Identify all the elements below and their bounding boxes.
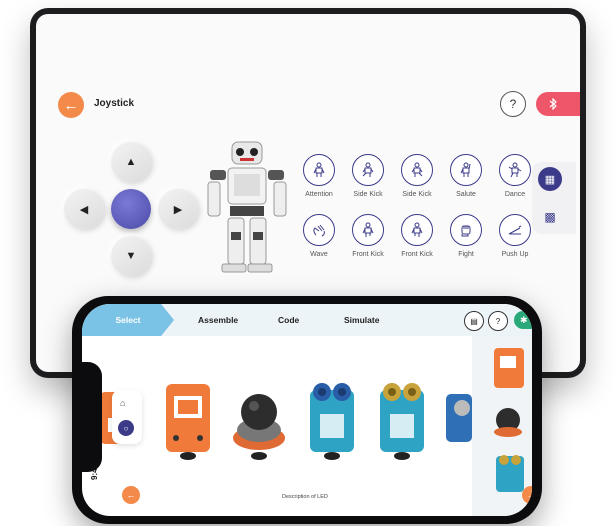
robot-pose-icon <box>303 154 335 186</box>
bluetooth-icon <box>549 98 557 110</box>
home-icon[interactable]: ⌂ <box>120 398 125 408</box>
component-joystick[interactable] <box>226 378 292 462</box>
step-simulate[interactable]: Simulate <box>344 304 379 336</box>
view-toggle-panel: ▦ ▩ <box>532 162 576 234</box>
save-icon: ▤ <box>470 316 478 326</box>
action-label: Push Up <box>501 251 529 258</box>
page-title: Joystick <box>94 98 135 109</box>
bluetooth-button[interactable]: ✱ <box>514 311 532 329</box>
action-fight[interactable]: Fight <box>441 214 491 258</box>
stepper-nav: Select Assemble Code Simulate ▤ ? ✱ <box>82 304 532 336</box>
arrow-up-icon: ▲ <box>125 156 137 168</box>
wave-hand-icon <box>303 214 335 246</box>
component-gas-sensor[interactable] <box>374 378 430 462</box>
pattern-icon: ▩ <box>544 210 556 224</box>
status-time: 9:41 <box>90 463 99 480</box>
grid-icon: ▦ <box>544 173 556 186</box>
tablet-header: ← Joystick ? <box>36 88 580 128</box>
action-salute[interactable]: Salute <box>441 154 491 198</box>
bulb-icon[interactable]: ○ <box>118 420 134 436</box>
phone-tool-panel: ⌂ ○ <box>112 390 142 444</box>
save-button[interactable]: ▤ <box>464 311 484 331</box>
robot-image <box>207 141 287 273</box>
robot-pose-icon <box>401 214 433 246</box>
component-ultrasonic-sensor[interactable] <box>304 378 360 462</box>
action-side-kick-right[interactable]: Side Kick <box>392 154 442 198</box>
action-side-kick-left[interactable]: Side Kick <box>343 154 393 198</box>
step-select[interactable]: Select <box>82 304 174 336</box>
help-button[interactable]: ? <box>488 311 508 331</box>
action-wave[interactable]: Wave <box>294 214 344 258</box>
arrow-left-icon: ← <box>126 490 136 500</box>
grid-view-button[interactable]: ▦ <box>538 167 562 191</box>
pattern-view-button[interactable]: ▩ <box>538 205 562 229</box>
arrow-left-icon: ← <box>63 96 79 114</box>
component-description: Description of LED <box>282 494 328 500</box>
arrow-right-icon: → <box>526 490 533 500</box>
action-label: Fight <box>458 251 474 258</box>
step-code[interactable]: Code <box>278 304 299 336</box>
arrow-left-icon: ◀ <box>79 203 89 216</box>
action-label: Front Kick <box>352 251 384 258</box>
component-card-partial[interactable] <box>442 378 472 462</box>
action-label: Side Kick <box>402 191 432 198</box>
help-button[interactable]: ? <box>500 91 526 117</box>
action-label: Salute <box>456 191 476 198</box>
robot-pose-icon <box>352 154 384 186</box>
dpad-down-button[interactable]: ▼ <box>111 236 151 276</box>
action-label: Front Kick <box>401 251 433 258</box>
back-button[interactable]: ← <box>58 92 84 118</box>
fist-icon <box>450 214 482 246</box>
dpad-left-button[interactable]: ◀ <box>64 189 104 229</box>
dpad-center-button[interactable] <box>111 189 151 229</box>
action-label: Wave <box>310 251 328 258</box>
phone-device: Select Assemble Code Simulate ▤ ? ✱ 9:41 <box>72 296 542 524</box>
action-front-kick-right[interactable]: Front Kick <box>392 214 442 258</box>
robot-pose-icon <box>499 154 531 186</box>
push-up-icon <box>499 214 531 246</box>
action-front-kick-left[interactable]: Front Kick <box>343 214 393 258</box>
phone-notch <box>82 362 102 472</box>
joystick-dpad: ▲ ◀ ▶ ▼ <box>64 142 198 276</box>
phone-screen: Select Assemble Code Simulate ▤ ? ✱ 9:41 <box>82 304 532 516</box>
robot-pose-icon <box>450 154 482 186</box>
robot-pose-icon <box>352 214 384 246</box>
dpad-right-button[interactable]: ▶ <box>158 189 198 229</box>
bluetooth-icon: ✱ <box>520 314 528 325</box>
action-label: Attention <box>305 191 333 198</box>
step-assemble[interactable]: Assemble <box>198 304 238 336</box>
dpad-up-button[interactable]: ▲ <box>111 142 151 182</box>
robot-pose-icon <box>401 154 433 186</box>
phone-back-button[interactable]: ← <box>122 486 140 504</box>
action-label: Side Kick <box>353 191 383 198</box>
arrow-down-icon: ▼ <box>125 250 137 262</box>
bluetooth-button[interactable] <box>536 92 580 116</box>
arrow-right-icon: ▶ <box>173 203 183 216</box>
action-attention[interactable]: Attention <box>294 154 344 198</box>
component-touch-sensor[interactable] <box>160 378 216 462</box>
